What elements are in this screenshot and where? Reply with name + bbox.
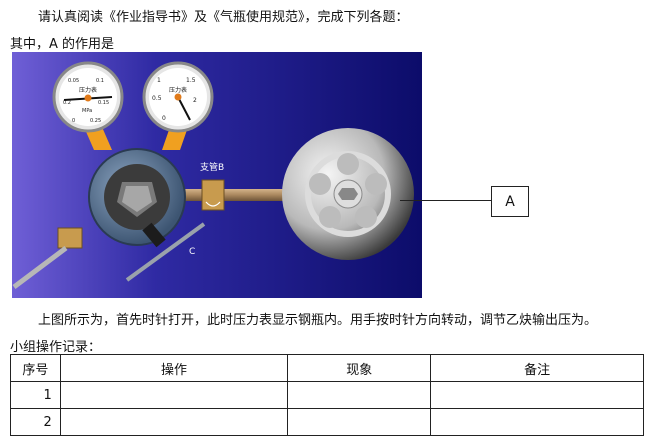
gauge-right-tick: 1.5: [186, 77, 196, 84]
operation-cell[interactable]: [59, 408, 289, 436]
gauge-left-label: 压力表: [79, 86, 97, 94]
regulator-figure: 0.05 0.1 0.15 0.2 0.25 0 压力表 MPa 1.5 2 0…: [12, 52, 422, 298]
label-c: C: [189, 247, 195, 257]
gauge-right-label: 压力表: [169, 86, 187, 94]
instructions-text: 请认真阅读《作业指导书》及《气瓶使用规范》，完成下列各题：: [38, 10, 409, 25]
gauge-left-tick: 0: [72, 118, 75, 124]
gauge-left-tick: 0.2: [63, 100, 71, 106]
gauge-right-tick: 1: [157, 77, 161, 84]
callout-a-box: A: [491, 186, 529, 217]
table-row: 2: [10, 408, 644, 436]
gauge-left-tick: 0.1: [96, 78, 104, 84]
branch-b-label: 支管B: [200, 161, 224, 173]
header-operation: 操作: [59, 354, 289, 382]
header-remarks: 备注: [430, 354, 644, 382]
row-index: 2: [10, 408, 61, 436]
gauge-left-tick: 0.25: [90, 118, 101, 124]
gauge-right-tick: 2: [193, 97, 197, 104]
record-title: 小组操作记录：: [10, 340, 102, 355]
gauge-right-tick: 0.5: [152, 95, 162, 102]
remarks-cell[interactable]: [430, 381, 644, 409]
phenomenon-cell[interactable]: [287, 408, 432, 436]
valve-handwheel: [282, 128, 414, 260]
table-header-row: 序号 操作 现象 备注: [10, 354, 644, 382]
description-text: 上图所示为，首先时针打开，此时压力表显示钢瓶内。用手按时针方向转动，调节乙炔输出…: [38, 313, 598, 328]
callout-leader-line: [400, 200, 491, 201]
question-text: 其中，A 的作用是: [10, 37, 115, 52]
row-index: 1: [10, 381, 61, 409]
header-phenomenon: 现象: [287, 354, 432, 382]
phenomenon-cell[interactable]: [287, 381, 432, 409]
gauge-left-tick: 0.15: [98, 100, 109, 106]
remarks-cell[interactable]: [430, 408, 644, 436]
gauge-left-tick: 0.05: [68, 78, 79, 84]
gauge-right-tick: 0: [162, 115, 166, 122]
operation-cell[interactable]: [59, 381, 289, 409]
gauge-left-unit: MPa: [82, 108, 92, 114]
operation-record-table: 序号 操作 现象 备注 1 2: [10, 354, 644, 436]
low-pressure-gauge: [52, 61, 124, 133]
header-index: 序号: [10, 354, 61, 382]
regulator-illustration: 0.05 0.1 0.15 0.2 0.25 0 压力表 MPa 1.5 2 0…: [12, 52, 422, 298]
table-row: 1: [10, 381, 644, 409]
